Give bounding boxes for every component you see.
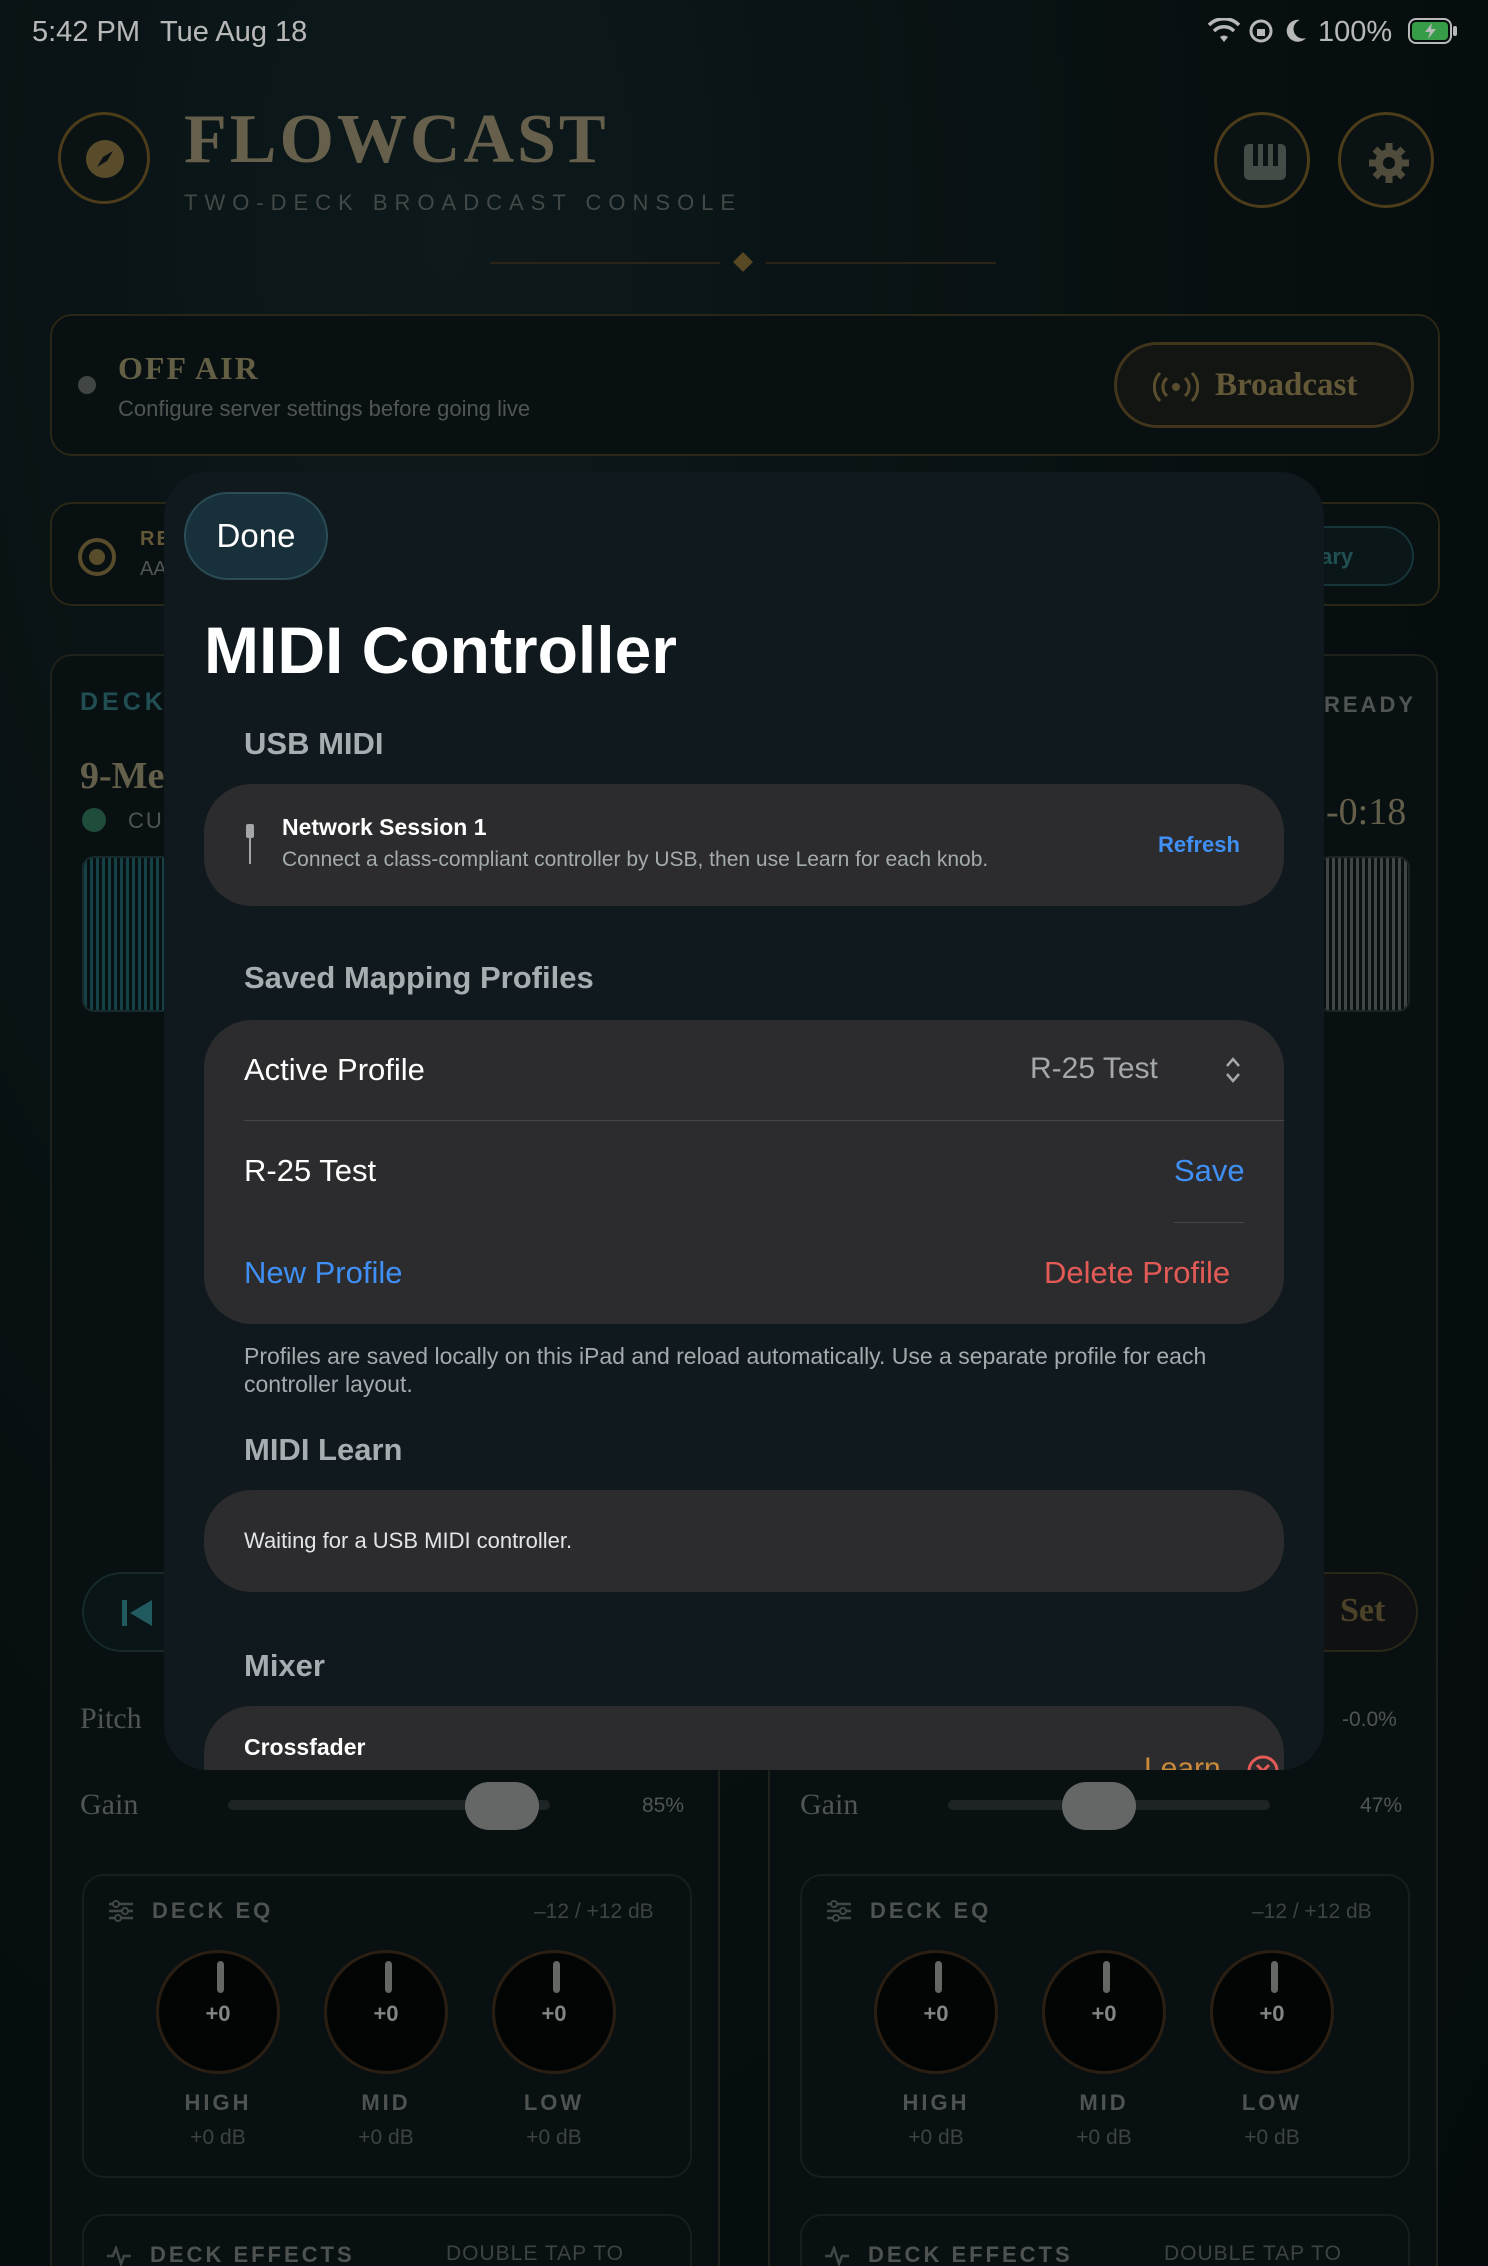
active-profile-row[interactable]: Active Profile R-25 Test [204, 1020, 1284, 1120]
crossfader-label: Crossfader [244, 1734, 366, 1760]
mixer-group: Crossfader Learn [204, 1706, 1284, 1770]
mixer-header: Mixer [244, 1648, 325, 1683]
midi-learn-header: MIDI Learn [244, 1432, 403, 1467]
save-profile-button[interactable]: Save [1174, 1153, 1245, 1189]
usb-device-hint: Connect a class-compliant controller by … [282, 848, 989, 871]
usb-midi-header: USB MIDI [244, 726, 384, 761]
delete-profile-button[interactable]: Delete Profile [1044, 1255, 1230, 1291]
profile-name-value: R-25 Test [244, 1153, 377, 1188]
refresh-button[interactable]: Refresh [1158, 832, 1240, 858]
clear-mapping-icon[interactable] [1246, 1754, 1280, 1770]
crossfader-learn-button[interactable]: Learn [1144, 1752, 1221, 1770]
usb-cable-icon [246, 824, 254, 864]
profiles-footnote: Profiles are saved locally on this iPad … [244, 1343, 1207, 1397]
new-profile-button[interactable]: New Profile [244, 1255, 403, 1291]
active-profile-value: R-25 Test [1030, 1052, 1158, 1085]
active-profile-label: Active Profile [244, 1052, 425, 1087]
profiles-group: Active Profile R-25 Test R-25 Test Save … [204, 1020, 1284, 1324]
midi-controller-sheet: Done MIDI Controller USB MIDI Network Se… [164, 472, 1324, 1770]
usb-device-group: Network Session 1 Connect a class-compli… [204, 784, 1284, 906]
profile-name-field[interactable]: R-25 Test [204, 1121, 1104, 1221]
done-button[interactable]: Done [184, 492, 328, 580]
midi-learn-status: Waiting for a USB MIDI controller. [244, 1528, 573, 1553]
midi-learn-group: Waiting for a USB MIDI controller. [204, 1490, 1284, 1592]
row-separator [1174, 1222, 1244, 1223]
profiles-header: Saved Mapping Profiles [244, 960, 594, 995]
chevron-up-down-icon [1226, 1057, 1240, 1083]
usb-device-name: Network Session 1 [282, 814, 487, 840]
sheet-title: MIDI Controller [204, 613, 677, 687]
